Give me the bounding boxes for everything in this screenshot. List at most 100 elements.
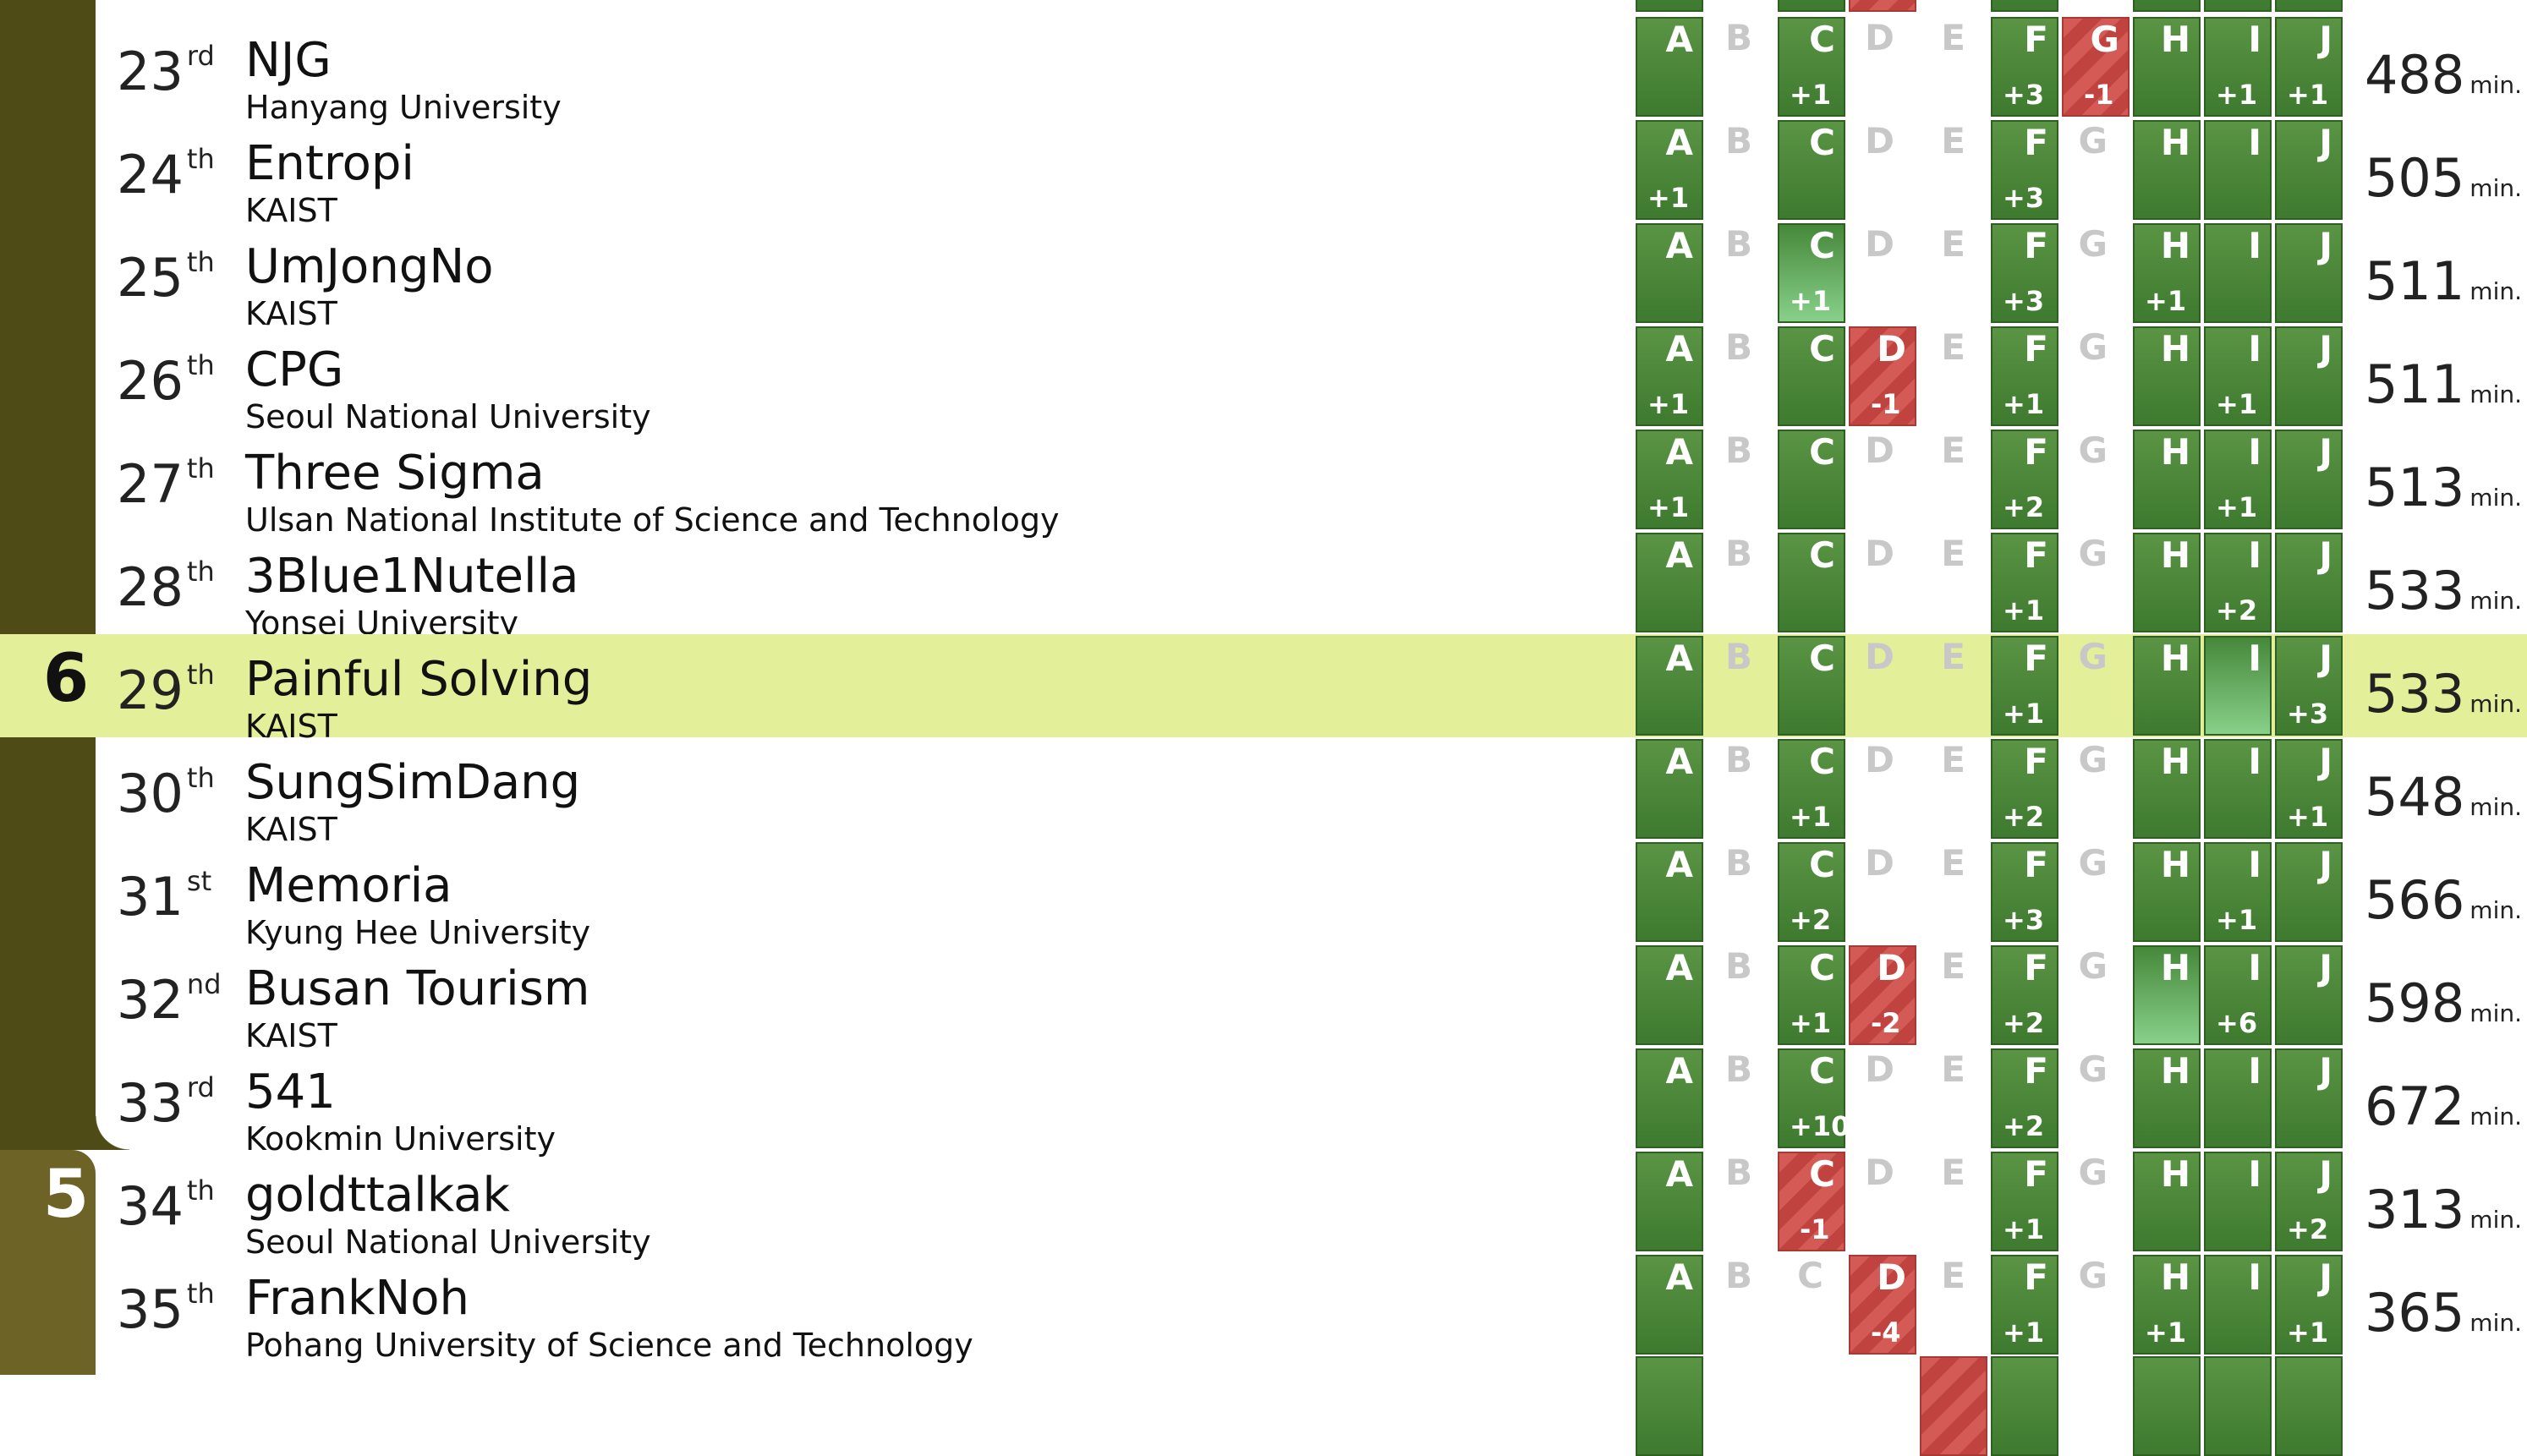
problem-cell-f[interactable]: F +3 bbox=[1991, 223, 2058, 323]
team-name[interactable]: Painful Solving bbox=[245, 656, 592, 703]
team-name[interactable]: goldttalkak bbox=[245, 1172, 510, 1219]
team-row[interactable]: 5 34th goldttalkak Seoul National Universit… bbox=[0, 1150, 2527, 1258]
problem-cell-e[interactable]: E bbox=[1920, 430, 1987, 529]
problem-cell-e[interactable]: E bbox=[1920, 1255, 1987, 1355]
problem-cell-b[interactable]: B bbox=[1707, 17, 1774, 117]
problem-cell-i[interactable]: I bbox=[2204, 1152, 2272, 1251]
problem-cell-g[interactable]: G -1 bbox=[2062, 17, 2130, 117]
problem-cell-h[interactable]: H bbox=[2133, 636, 2201, 736]
problem-cell-c[interactable]: C bbox=[1778, 533, 1845, 632]
team-row[interactable]: 26th CPG Seoul National University A +1 B C D -1… bbox=[0, 325, 2527, 433]
problem-cell-e[interactable]: E bbox=[1920, 1152, 1987, 1251]
problem-cell-a[interactable]: A bbox=[1636, 1255, 1703, 1355]
problem-cell-g[interactable]: G bbox=[2062, 533, 2130, 632]
problem-cell-i[interactable]: I bbox=[2204, 120, 2272, 220]
problem-cell-g[interactable]: G bbox=[2062, 430, 2130, 529]
problem-cell-g[interactable]: G bbox=[2062, 945, 2130, 1045]
problem-cell-j[interactable]: J bbox=[2275, 842, 2343, 942]
problem-cell-c[interactable]: C bbox=[1778, 430, 1845, 529]
problem-cell-a[interactable]: A bbox=[1636, 1152, 1703, 1251]
problem-cell-i[interactable]: I +2 bbox=[2204, 533, 2272, 632]
team-name[interactable]: NJG bbox=[245, 37, 332, 85]
problem-cell-a[interactable]: A bbox=[1636, 533, 1703, 632]
problem-cell-g[interactable]: G bbox=[2062, 636, 2130, 736]
problem-cell-e[interactable]: E bbox=[1920, 326, 1987, 426]
team-name[interactable]: Memoria bbox=[245, 862, 452, 910]
problem-cell-b[interactable]: B bbox=[1707, 120, 1774, 220]
problem-cell-d[interactable]: D bbox=[1849, 739, 1916, 839]
problem-cell-f[interactable]: F +2 bbox=[1991, 739, 2058, 839]
problem-cell-e[interactable]: E bbox=[1920, 739, 1987, 839]
problem-cell-h[interactable]: H bbox=[2133, 326, 2201, 426]
problem-cell-g[interactable]: G bbox=[2062, 223, 2130, 323]
problem-cell-a[interactable]: A bbox=[1636, 842, 1703, 942]
problem-cell-j[interactable]: J bbox=[2275, 1048, 2343, 1148]
problem-cell-f[interactable]: F +1 bbox=[1991, 1255, 2058, 1355]
team-row[interactable]: 35th FrankNoh Pohang University of Science… bbox=[0, 1253, 2527, 1361]
problem-cell-d[interactable]: D -1 bbox=[1849, 326, 1916, 426]
problem-cell-b[interactable]: B bbox=[1707, 1048, 1774, 1148]
problem-cell-a[interactable]: A bbox=[1636, 945, 1703, 1045]
team-name[interactable]: Entropi bbox=[245, 140, 414, 188]
problem-cell-f[interactable]: F +3 bbox=[1991, 842, 2058, 942]
problem-cell-d[interactable]: D bbox=[1849, 17, 1916, 117]
team-name[interactable]: UmJongNo bbox=[245, 244, 494, 291]
problem-cell-c[interactable]: C +1 bbox=[1778, 739, 1845, 839]
team-name[interactable]: Busan Tourism bbox=[245, 966, 589, 1013]
problem-cell-j[interactable]: J bbox=[2275, 945, 2343, 1045]
problem-cell-i[interactable]: I bbox=[2204, 1048, 2272, 1148]
problem-cell-c[interactable]: C +2 bbox=[1778, 842, 1845, 942]
team-row[interactable]: 32nd Busan Tourism KAIST A B C +1 D -2 E F +2 G H I +6 J… bbox=[0, 944, 2527, 1052]
problem-cell-h[interactable]: H bbox=[2133, 842, 2201, 942]
problem-cell-g[interactable]: G bbox=[2062, 1152, 2130, 1251]
problem-cell-g[interactable]: G bbox=[2062, 842, 2130, 942]
team-row[interactable]: 30th SungSimDang KAIST A B C +1 D E F +2 G H I J +1 548 m… bbox=[0, 737, 2527, 846]
problem-cell-c[interactable]: C bbox=[1778, 636, 1845, 736]
problem-cell-i[interactable]: I bbox=[2204, 223, 2272, 323]
problem-cell-g[interactable]: G bbox=[2062, 1048, 2130, 1148]
problem-cell-d[interactable]: D -2 bbox=[1849, 945, 1916, 1045]
problem-cell-d[interactable]: D bbox=[1849, 842, 1916, 942]
problem-cell-a[interactable]: A +1 bbox=[1636, 120, 1703, 220]
problem-cell-d[interactable]: D bbox=[1849, 430, 1916, 529]
team-name[interactable]: 3Blue1Nutella bbox=[245, 553, 578, 600]
problem-cell-h[interactable]: H bbox=[2133, 1152, 2201, 1251]
problem-cell-b[interactable]: B bbox=[1707, 842, 1774, 942]
team-name[interactable]: CPG bbox=[245, 347, 343, 394]
problem-cell-h[interactable]: H bbox=[2133, 120, 2201, 220]
problem-cell-g[interactable]: G bbox=[2062, 120, 2130, 220]
team-name[interactable]: Three Sigma bbox=[245, 450, 545, 497]
problem-cell-g[interactable]: G bbox=[2062, 739, 2130, 839]
problem-cell-g[interactable]: G bbox=[2062, 1255, 2130, 1355]
problem-cell-h[interactable]: H +1 bbox=[2133, 1255, 2201, 1355]
problem-cell-h[interactable]: H bbox=[2133, 17, 2201, 117]
problem-cell-c[interactable]: C bbox=[1778, 120, 1845, 220]
problem-cell-j[interactable]: J bbox=[2275, 430, 2343, 529]
problem-cell-a[interactable]: A bbox=[1636, 223, 1703, 323]
problem-cell-b[interactable]: B bbox=[1707, 326, 1774, 426]
problem-cell-c[interactable]: C +1 bbox=[1778, 223, 1845, 323]
problem-cell-f[interactable]: F +1 bbox=[1991, 636, 2058, 736]
problem-cell-b[interactable]: B bbox=[1707, 430, 1774, 529]
team-name[interactable]: SungSimDang bbox=[245, 759, 580, 807]
problem-cell-h[interactable]: H bbox=[2133, 430, 2201, 529]
problem-cell-e[interactable]: E bbox=[1920, 223, 1987, 323]
problem-cell-c[interactable]: C -1 bbox=[1778, 1152, 1845, 1251]
problem-cell-b[interactable]: B bbox=[1707, 945, 1774, 1045]
team-row[interactable]: 33rd 541 Kookmin University A B C +10 D E F +2 G H I J… bbox=[0, 1047, 2527, 1155]
problem-cell-d[interactable]: D bbox=[1849, 1048, 1916, 1148]
problem-cell-e[interactable]: E bbox=[1920, 120, 1987, 220]
problem-cell-f[interactable]: F +1 bbox=[1991, 326, 2058, 426]
problem-cell-i[interactable]: I +1 bbox=[2204, 430, 2272, 529]
problem-cell-j[interactable]: J +1 bbox=[2275, 1255, 2343, 1355]
problem-cell-j[interactable]: J bbox=[2275, 533, 2343, 632]
problem-cell-b[interactable]: B bbox=[1707, 1152, 1774, 1251]
problem-cell-e[interactable]: E bbox=[1920, 1048, 1987, 1148]
problem-cell-h[interactable]: H bbox=[2133, 945, 2201, 1045]
team-name[interactable]: 541 bbox=[245, 1069, 336, 1116]
problem-cell-f[interactable]: F +1 bbox=[1991, 1152, 2058, 1251]
problem-cell-d[interactable]: D bbox=[1849, 223, 1916, 323]
team-row[interactable]: 28th 3Blue1Nutella Yonsei University A B C D E F… bbox=[0, 531, 2527, 639]
problem-cell-b[interactable]: B bbox=[1707, 533, 1774, 632]
problem-cell-i[interactable]: I +1 bbox=[2204, 842, 2272, 942]
